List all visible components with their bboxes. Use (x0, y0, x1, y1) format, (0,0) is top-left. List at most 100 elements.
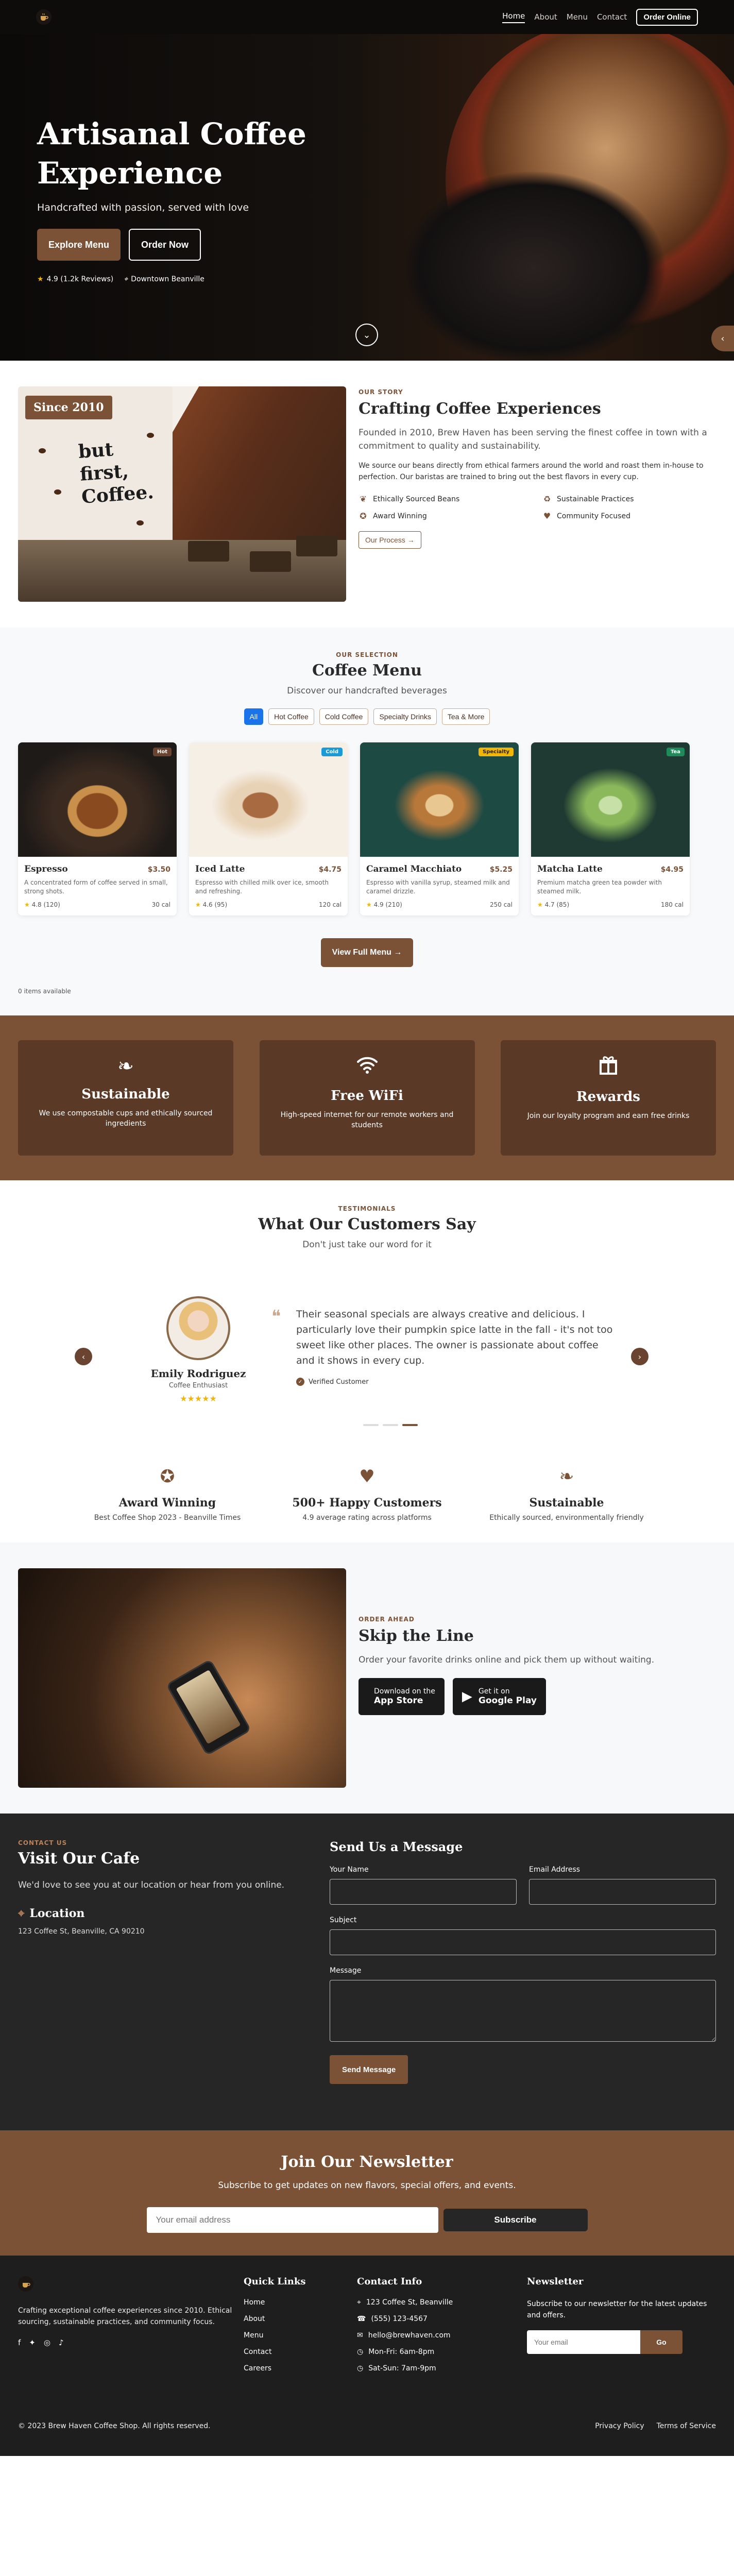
carousel-dot[interactable] (383, 1424, 398, 1426)
twitter-icon[interactable]: ✦ (29, 2338, 36, 2347)
nav-links: Home About Menu Contact Order Online (502, 8, 698, 26)
menu-item-name: Matcha Latte (537, 864, 603, 874)
our-process-label: Our Process (365, 536, 405, 544)
contact-section: CONTACT US Visit Our Cafe We'd love to s… (0, 1814, 734, 2130)
footer-address: ⌖ 123 Coffee St, Beanville (357, 2298, 527, 2307)
wifi-icon (260, 1055, 475, 1079)
footer-phone: ☎ (555) 123-4567 (357, 2315, 527, 2323)
name-input[interactable] (330, 1879, 517, 1905)
nav-link-contact[interactable]: Contact (597, 12, 627, 22)
contact-title: Visit Our Cafe (18, 1850, 140, 1868)
star-icon: ★ (537, 901, 543, 908)
menu-card[interactable]: Cold Iced Latte $4.75 Espresso with chill… (189, 742, 348, 916)
subscribe-button[interactable]: Subscribe (443, 2209, 588, 2231)
footer-about-text: Crafting exceptional coffee experiences … (18, 2307, 232, 2326)
footer-link-home[interactable]: Home (244, 2298, 357, 2307)
newsletter-email-input[interactable] (146, 2207, 438, 2233)
menu-item-desc: A concentrated form of coffee served in … (24, 879, 168, 895)
google-play-button[interactable]: ▶ Get it on Google Play (452, 1678, 546, 1715)
menu-item-cal: 180 cal (660, 901, 684, 908)
social-links: f ✦ ◎ ♪ (18, 2338, 244, 2347)
email-input[interactable] (529, 1879, 716, 1905)
heart-icon: ♥ (359, 1466, 375, 1487)
story-features: ❦ Ethically Sourced Beans ♻ Sustainable Pr… (359, 494, 716, 521)
footer-link-careers[interactable]: Careers (244, 2364, 357, 2372)
filter-all[interactable]: All (244, 708, 264, 725)
stat-title: 500+ Happy Customers (292, 1496, 442, 1510)
stat-customers: ♥ 500+ Happy Customers 4.9 average rating … (280, 1466, 455, 1522)
email-label: Email Address (529, 1866, 581, 1874)
order-eyebrow: ORDER AHEAD (359, 1616, 415, 1623)
hero: Artisanal Coffee Experience Handcrafted … (0, 0, 734, 361)
footer-link-about[interactable]: About (244, 2315, 357, 2323)
privacy-link[interactable]: Privacy Policy (595, 2422, 644, 2430)
arrow-right-icon: → (394, 948, 402, 957)
avatar (166, 1296, 230, 1360)
carousel-prev-icon[interactable]: ‹ (75, 1348, 92, 1365)
name-label: Your Name (330, 1866, 369, 1874)
feature-card-sustainable: ❧ Sustainable We use compostable cups an… (18, 1040, 233, 1156)
menu-item-name: Espresso (24, 864, 68, 874)
iced-latte-image: Cold (189, 742, 348, 857)
view-full-menu-button[interactable]: View Full Menu → (320, 938, 414, 967)
stat-sustainable: ❧ Sustainable Ethically sourced, environme… (479, 1466, 654, 1522)
footer-about: Crafting exceptional coffee experiences … (18, 2276, 244, 2381)
facebook-icon[interactable]: f (18, 2338, 21, 2347)
coffee-logo-icon[interactable] (18, 2276, 33, 2292)
star-icon: ★ (37, 275, 44, 283)
medal-icon: ✪ (160, 1466, 175, 1487)
form-title: Send Us a Message (330, 1839, 463, 1854)
carousel-dot-active[interactable] (402, 1424, 418, 1426)
menu-filters: All Hot Coffee Cold Coffee Specialty Dri… (18, 708, 716, 725)
menu-tag: Cold (321, 748, 343, 756)
menu-card[interactable]: Hot Espresso $3.50 A concentrated form of… (18, 742, 177, 916)
feature-award: ✪ Award Winning (359, 511, 532, 521)
menu-card[interactable]: Tea Matcha Latte $4.95 Premium matcha gre… (531, 742, 690, 916)
nav-link-menu[interactable]: Menu (567, 12, 588, 22)
play-big: Google Play (478, 1696, 537, 1706)
recycle-icon: ♻ (543, 494, 551, 504)
subject-input[interactable] (330, 1929, 716, 1955)
verified-text: Verified Customer (309, 1378, 369, 1386)
order-now-button[interactable]: Order Now (129, 229, 201, 261)
coffee-logo-icon[interactable] (36, 9, 52, 25)
menu-card[interactable]: Specialty Caramel Macchiato $5.25 Espress… (360, 742, 519, 916)
newsletter-title: Join Our Newsletter (281, 2153, 453, 2171)
side-panel-toggle-icon[interactable]: ‹ (711, 326, 734, 351)
menu-item-price: $4.75 (318, 866, 342, 874)
carousel-next-icon[interactable]: › (631, 1348, 648, 1365)
app-store-button[interactable]: Download on the App Store (359, 1678, 445, 1715)
menu-item-name: Caramel Macchiato (366, 864, 462, 874)
menu-item-price: $5.25 (489, 866, 513, 874)
footer-go-button[interactable]: Go (640, 2330, 682, 2354)
feature-ethical: ❦ Ethically Sourced Beans (359, 494, 532, 504)
tiktok-icon[interactable]: ♪ (59, 2338, 64, 2347)
filter-cold-coffee[interactable]: Cold Coffee (319, 708, 369, 725)
footer-link-menu[interactable]: Menu (244, 2331, 357, 2340)
location-heading: ⌖ Location (18, 1907, 291, 1920)
instagram-icon[interactable]: ◎ (44, 2338, 50, 2347)
order-online-button[interactable]: Order Online (636, 8, 698, 26)
hero-rating: ★ 4.9 (1.2k Reviews) (37, 275, 113, 283)
send-message-button[interactable]: Send Message (330, 2055, 408, 2084)
feature-card-title: Rewards (576, 1089, 640, 1105)
carousel-dot[interactable] (363, 1424, 379, 1426)
our-process-button[interactable]: Our Process → (359, 531, 421, 549)
hero-location-text: Downtown Beanville (131, 275, 204, 283)
menu-item-desc: Espresso with chilled milk over ice, smo… (195, 879, 329, 895)
filter-tea[interactable]: Tea & More (441, 708, 490, 725)
scroll-down-icon[interactable]: ⌄ (355, 324, 378, 346)
terms-link[interactable]: Terms of Service (657, 2422, 716, 2430)
menu-subtitle: Discover our handcrafted beverages (287, 686, 447, 696)
explore-menu-button[interactable]: Explore Menu (37, 229, 121, 261)
filter-hot-coffee[interactable]: Hot Coffee (268, 708, 314, 725)
footer-email: ✉ hello@brewhaven.com (357, 2331, 527, 2340)
footer-link-contact[interactable]: Contact (244, 2348, 357, 2356)
award-icon: ✪ (360, 511, 367, 521)
nav-link-home[interactable]: Home (502, 11, 525, 23)
nav-link-about[interactable]: About (534, 12, 557, 22)
message-textarea[interactable] (330, 1980, 716, 2042)
menu-tag: Hot (152, 748, 172, 756)
footer-email-input[interactable] (527, 2330, 640, 2354)
filter-specialty[interactable]: Specialty Drinks (373, 708, 437, 725)
